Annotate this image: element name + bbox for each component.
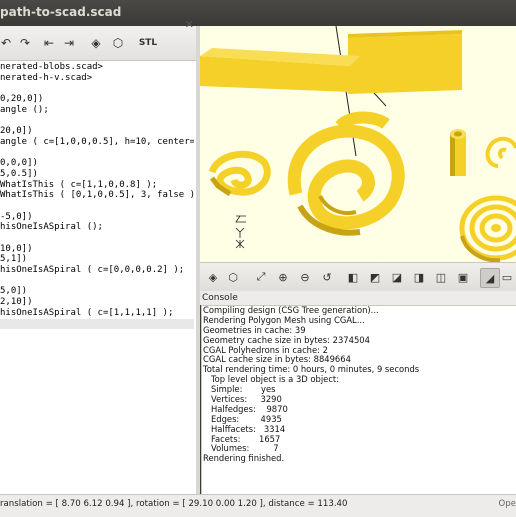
code-editor[interactable]: nerated-blobs.scad> nerated-h-v.scad> 0,… bbox=[0, 62, 194, 362]
view-left-icon[interactable]: ◨ bbox=[410, 268, 428, 286]
view-back-icon[interactable]: ▣ bbox=[454, 268, 472, 286]
view-top-icon[interactable]: ◩ bbox=[366, 268, 384, 286]
editor-pane[interactable]: ↶ ↷ ⇤ ⇥ ◈ ⬡ STL ✕ nerated-blobs.scad> ne… bbox=[0, 18, 196, 494]
spiral-object bbox=[485, 136, 516, 168]
close-editor-icon[interactable]: ✕ bbox=[185, 18, 194, 31]
code-line: 0,0,0]) bbox=[0, 158, 38, 169]
console-output[interactable]: Compiling design (CSG Tree generation)..… bbox=[201, 305, 516, 497]
code-line: hisOneIsASpiral ( c=[1,1,1,1] ); bbox=[0, 307, 174, 318]
code-line: 0,20,0]) bbox=[0, 94, 44, 105]
code-line: 10,0]) bbox=[0, 243, 33, 254]
concentric-spiral-object bbox=[459, 195, 516, 262]
render-icon[interactable]: ⬡ bbox=[108, 33, 128, 53]
view-front-icon[interactable]: ◫ bbox=[432, 268, 450, 286]
editor-toolbar: ↶ ↷ ⇤ ⇥ ◈ ⬡ STL ✕ bbox=[0, 18, 196, 61]
undo-icon[interactable]: ↶ bbox=[0, 33, 12, 53]
window-titlebar: path-to-scad.scad bbox=[0, 0, 516, 27]
axis-indicator bbox=[235, 215, 246, 249]
view-right-icon[interactable]: ◧ bbox=[344, 268, 362, 286]
code-line: 5,0]) bbox=[0, 286, 28, 297]
box-object bbox=[200, 30, 462, 94]
code-line: 2,10]) bbox=[0, 297, 33, 308]
code-line: WhatIsThis ( [0,1,0,0.5], 3, false ); bbox=[0, 190, 194, 201]
3d-scene bbox=[200, 26, 516, 262]
code-line: hisOneIsASpiral (); bbox=[0, 222, 103, 233]
code-line: -5,0]) bbox=[0, 211, 33, 222]
viewer-toolbar: ◈ ⬡ ⤢ ⊕ ⊖ ↺ ◧ ◩ ◪ ◨ ◫ ▣ ◢ ▭ bbox=[200, 262, 516, 292]
unindent-icon[interactable]: ⇤ bbox=[40, 33, 58, 53]
code-line: angle ( c=[1,0,0,0.5], h=10, center=fals… bbox=[0, 136, 194, 147]
code-line-current bbox=[0, 318, 194, 330]
code-line: hisOneIsASpiral ( c=[0,0,0,0.2] ); bbox=[0, 265, 185, 276]
viewport-status-text: ranslation = [ 8.70 6.12 0.94 ], rotatio… bbox=[0, 499, 348, 509]
zoom-out-icon[interactable]: ⊖ bbox=[296, 268, 314, 286]
code-line: nerated-h-v.scad> bbox=[0, 72, 93, 83]
zoom-in-icon[interactable]: ⊕ bbox=[274, 268, 292, 286]
code-line: 5,0.5]) bbox=[0, 168, 38, 179]
vortex-large bbox=[287, 111, 405, 236]
status-right-text: Ope bbox=[498, 499, 516, 509]
status-bar: ranslation = [ 8.70 6.12 0.94 ], rotatio… bbox=[0, 494, 516, 517]
code-line: angle (); bbox=[0, 104, 49, 115]
vortex-small bbox=[208, 150, 271, 197]
orthogonal-icon[interactable]: ▭ bbox=[498, 268, 516, 286]
view-bottom-icon[interactable]: ◪ bbox=[388, 268, 406, 286]
view-all-icon[interactable]: ⤢ bbox=[252, 268, 270, 286]
editor-empty-area[interactable] bbox=[0, 362, 196, 494]
preview-icon[interactable]: ◈ bbox=[204, 268, 222, 286]
code-line: 20,0]) bbox=[0, 126, 33, 137]
code-line: 5,1]) bbox=[0, 254, 28, 265]
code-line: nerated-blobs.scad> bbox=[0, 62, 103, 72]
tube-object bbox=[450, 129, 466, 176]
reset-view-icon[interactable]: ↺ bbox=[318, 268, 336, 286]
preview-icon[interactable]: ◈ bbox=[86, 33, 106, 53]
code-line: WhatIsThis ( c=[1,1,0,0.8] ); bbox=[0, 179, 158, 190]
console-title: Console bbox=[200, 291, 516, 305]
window-title: path-to-scad.scad bbox=[0, 5, 122, 19]
indent-icon[interactable]: ⇥ bbox=[60, 33, 78, 53]
export-stl-icon[interactable]: STL bbox=[136, 33, 160, 53]
redo-icon[interactable]: ↷ bbox=[16, 33, 34, 53]
console-line: Rendering finished. bbox=[203, 453, 285, 464]
perspective-icon[interactable]: ◢ bbox=[480, 268, 500, 288]
render-icon[interactable]: ⬡ bbox=[224, 268, 242, 286]
3d-viewport[interactable] bbox=[200, 26, 516, 262]
